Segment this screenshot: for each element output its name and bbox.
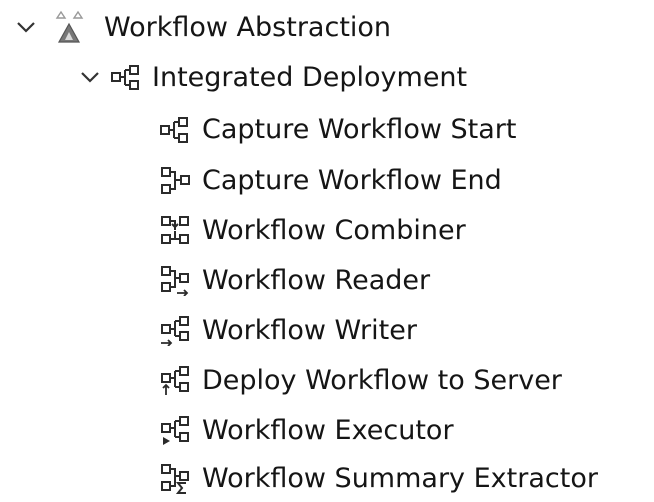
workflow-writer-icon <box>158 313 192 347</box>
workflow-abstraction-icon <box>48 10 92 44</box>
tree-label: Workflow Executor <box>202 414 454 446</box>
tree-item-workflow-reader[interactable]: Workflow Reader <box>158 260 430 300</box>
tree-item-workflow-writer[interactable]: Workflow Writer <box>158 310 417 350</box>
tree-item-workflow-combiner[interactable]: Workflow Combiner <box>158 210 466 250</box>
tree-label: Workflow Writer <box>202 314 417 346</box>
tree-label: Workflow Reader <box>202 264 431 296</box>
workflow-combiner-icon <box>158 213 192 247</box>
tree-label: Workflow Combiner <box>202 214 466 246</box>
tree-label: Capture Workflow Start <box>202 113 517 145</box>
chevron-down-icon[interactable] <box>14 15 38 39</box>
tree-label: Capture Workflow End <box>202 164 502 196</box>
chevron-down-icon[interactable] <box>78 65 102 89</box>
tree-label: Workflow Summary Extractor <box>202 462 598 494</box>
integrated-deployment-icon <box>108 60 142 94</box>
capture-workflow-end-icon <box>158 163 192 197</box>
node-repository-tree: Workflow Abstraction Integrated Deployme… <box>0 0 654 502</box>
tree-item-capture-workflow-end[interactable]: Capture Workflow End <box>158 160 502 200</box>
tree-label: Deploy Workflow to Server <box>202 364 562 396</box>
tree-label: Integrated Deployment <box>152 61 468 93</box>
tree-item-deploy-workflow-to-server[interactable]: Deploy Workflow to Server <box>158 360 562 400</box>
workflow-executor-icon <box>158 413 192 447</box>
deploy-workflow-to-server-icon <box>158 363 192 397</box>
tree-item-workflow-summary-extractor[interactable]: Workflow Summary Extractor <box>158 458 598 498</box>
tree-label: Workflow Abstraction <box>104 11 392 43</box>
tree-row-workflow-abstraction[interactable]: Workflow Abstraction <box>14 7 391 47</box>
capture-workflow-start-icon <box>158 112 192 146</box>
tree-item-workflow-executor[interactable]: Workflow Executor <box>158 410 454 450</box>
tree-row-integrated-deployment[interactable]: Integrated Deployment <box>78 57 467 97</box>
workflow-reader-icon <box>158 263 192 297</box>
workflow-summary-extractor-icon <box>158 461 192 495</box>
tree-item-capture-workflow-start[interactable]: Capture Workflow Start <box>158 109 516 149</box>
